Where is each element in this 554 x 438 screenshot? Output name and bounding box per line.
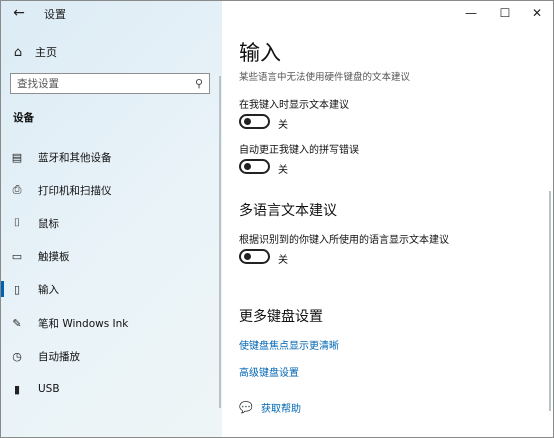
active-indicator — [1, 348, 4, 364]
minimize-button[interactable]: — — [454, 3, 488, 23]
multilang-toggle[interactable] — [239, 249, 270, 264]
touchpad-icon: ▭ — [11, 249, 23, 263]
setting-label-show-suggestions: 在我键入时显示文本建议 — [239, 100, 349, 111]
title-bar: ← 设置 — [1, 1, 222, 27]
printer-icon: ⎙ — [12, 183, 22, 196]
sidebar-item-label: 触摸板 — [38, 250, 70, 263]
sidebar-item-pen[interactable]: ✎ 笔和 Windows Ink — [1, 311, 218, 335]
bluetooth-devices-icon: ▤ — [11, 150, 23, 164]
page-title: 输入 — [239, 41, 281, 65]
autocorrect-toggle[interactable] — [239, 159, 270, 174]
main-scrollbar[interactable] — [549, 191, 551, 411]
toggle-state-label: 关 — [278, 255, 288, 266]
toggle-knob — [244, 253, 251, 260]
sidebar-item-label: 输入 — [38, 283, 59, 296]
active-indicator — [1, 182, 4, 198]
show-suggestions-toggle[interactable] — [239, 114, 270, 129]
autoplay-icon: ◷ — [12, 349, 22, 363]
sidebar-item-touchpad[interactable]: ▭ 触摸板 — [1, 244, 218, 268]
setting-label-multilang: 根据识别到的你键入所使用的语言显示文本建议 — [239, 235, 449, 246]
close-button[interactable]: ✕ — [520, 3, 553, 23]
help-chat-icon: 💬 — [239, 401, 253, 414]
toggle-state-label: 关 — [278, 120, 288, 131]
usb-icon: ▮ — [13, 382, 21, 396]
advanced-keyboard-settings-link[interactable]: 高级键盘设置 — [239, 364, 299, 379]
multilang-section-title: 多语言文本建议 — [239, 203, 337, 219]
nav-home-label: 主页 — [35, 46, 57, 59]
sidebar-item-label: 鼠标 — [38, 217, 59, 230]
toggle-knob — [244, 163, 251, 170]
search-input[interactable]: 查找设置 ⚲ — [10, 73, 210, 94]
sidebar-item-typing[interactable]: ▯ 输入 — [1, 277, 218, 301]
setting-label-autocorrect: 自动更正我键入的拼写错误 — [239, 145, 359, 156]
active-indicator — [1, 215, 4, 231]
nav-home[interactable]: ⌂ 主页 — [9, 41, 209, 63]
active-indicator — [1, 381, 4, 397]
app-title: 设置 — [44, 8, 66, 21]
sidebar-item-bluetooth[interactable]: ▤ 蓝牙和其他设备 — [1, 145, 218, 169]
sidebar-item-usb[interactable]: ▮ USB — [1, 377, 218, 401]
sidebar-item-label: 自动播放 — [38, 350, 80, 363]
get-help-link[interactable]: 获取帮助 — [261, 400, 301, 415]
settings-window: ← 设置 ⌂ 主页 查找设置 ⚲ 设备 ▤ 蓝牙和其他设备 ⎙ 打印机和扫描仪 … — [0, 0, 554, 438]
sidebar-section-header: 设备 — [13, 112, 34, 124]
search-icon[interactable]: ⚲ — [189, 77, 209, 90]
get-help[interactable]: 💬 获取帮助 — [239, 400, 301, 415]
sidebar-item-printers[interactable]: ⎙ 打印机和扫描仪 — [1, 178, 218, 202]
active-indicator — [1, 149, 4, 165]
sidebar-scrollbar[interactable] — [219, 76, 221, 408]
sidebar-item-label: USB — [38, 383, 60, 395]
toggle-knob — [244, 118, 251, 125]
sidebar: ← 设置 ⌂ 主页 查找设置 ⚲ 设备 ▤ 蓝牙和其他设备 ⎙ 打印机和扫描仪 … — [1, 1, 222, 437]
active-indicator — [1, 248, 4, 264]
keyboard-icon: ▯ — [13, 282, 21, 296]
maximize-button[interactable]: ☐ — [488, 3, 522, 23]
sidebar-item-mouse[interactable]: ⌷ 鼠标 — [1, 211, 218, 235]
more-keyboard-settings-title: 更多键盘设置 — [239, 309, 323, 325]
sidebar-item-label: 笔和 Windows Ink — [38, 317, 129, 330]
sidebar-item-autoplay[interactable]: ◷ 自动播放 — [1, 344, 218, 368]
main-pane: — ☐ ✕ 输入 某些语言中无法使用硬件键盘的文本建议 在我键入时显示文本建议 … — [222, 1, 553, 437]
back-button[interactable]: ← — [9, 3, 29, 23]
mouse-icon: ⌷ — [13, 216, 21, 229]
active-indicator — [1, 315, 4, 331]
pen-icon: ✎ — [12, 316, 22, 330]
sidebar-item-label: 打印机和扫描仪 — [38, 184, 112, 197]
toggle-state-label: 关 — [278, 165, 288, 176]
active-indicator — [1, 281, 4, 297]
home-icon: ⌂ — [13, 44, 23, 60]
search-placeholder: 查找设置 — [17, 78, 59, 90]
sidebar-item-label: 蓝牙和其他设备 — [38, 151, 112, 164]
page-description: 某些语言中无法使用硬件键盘的文本建议 — [239, 72, 411, 83]
keyboard-focus-link[interactable]: 使键盘焦点显示更清晰 — [239, 337, 339, 352]
